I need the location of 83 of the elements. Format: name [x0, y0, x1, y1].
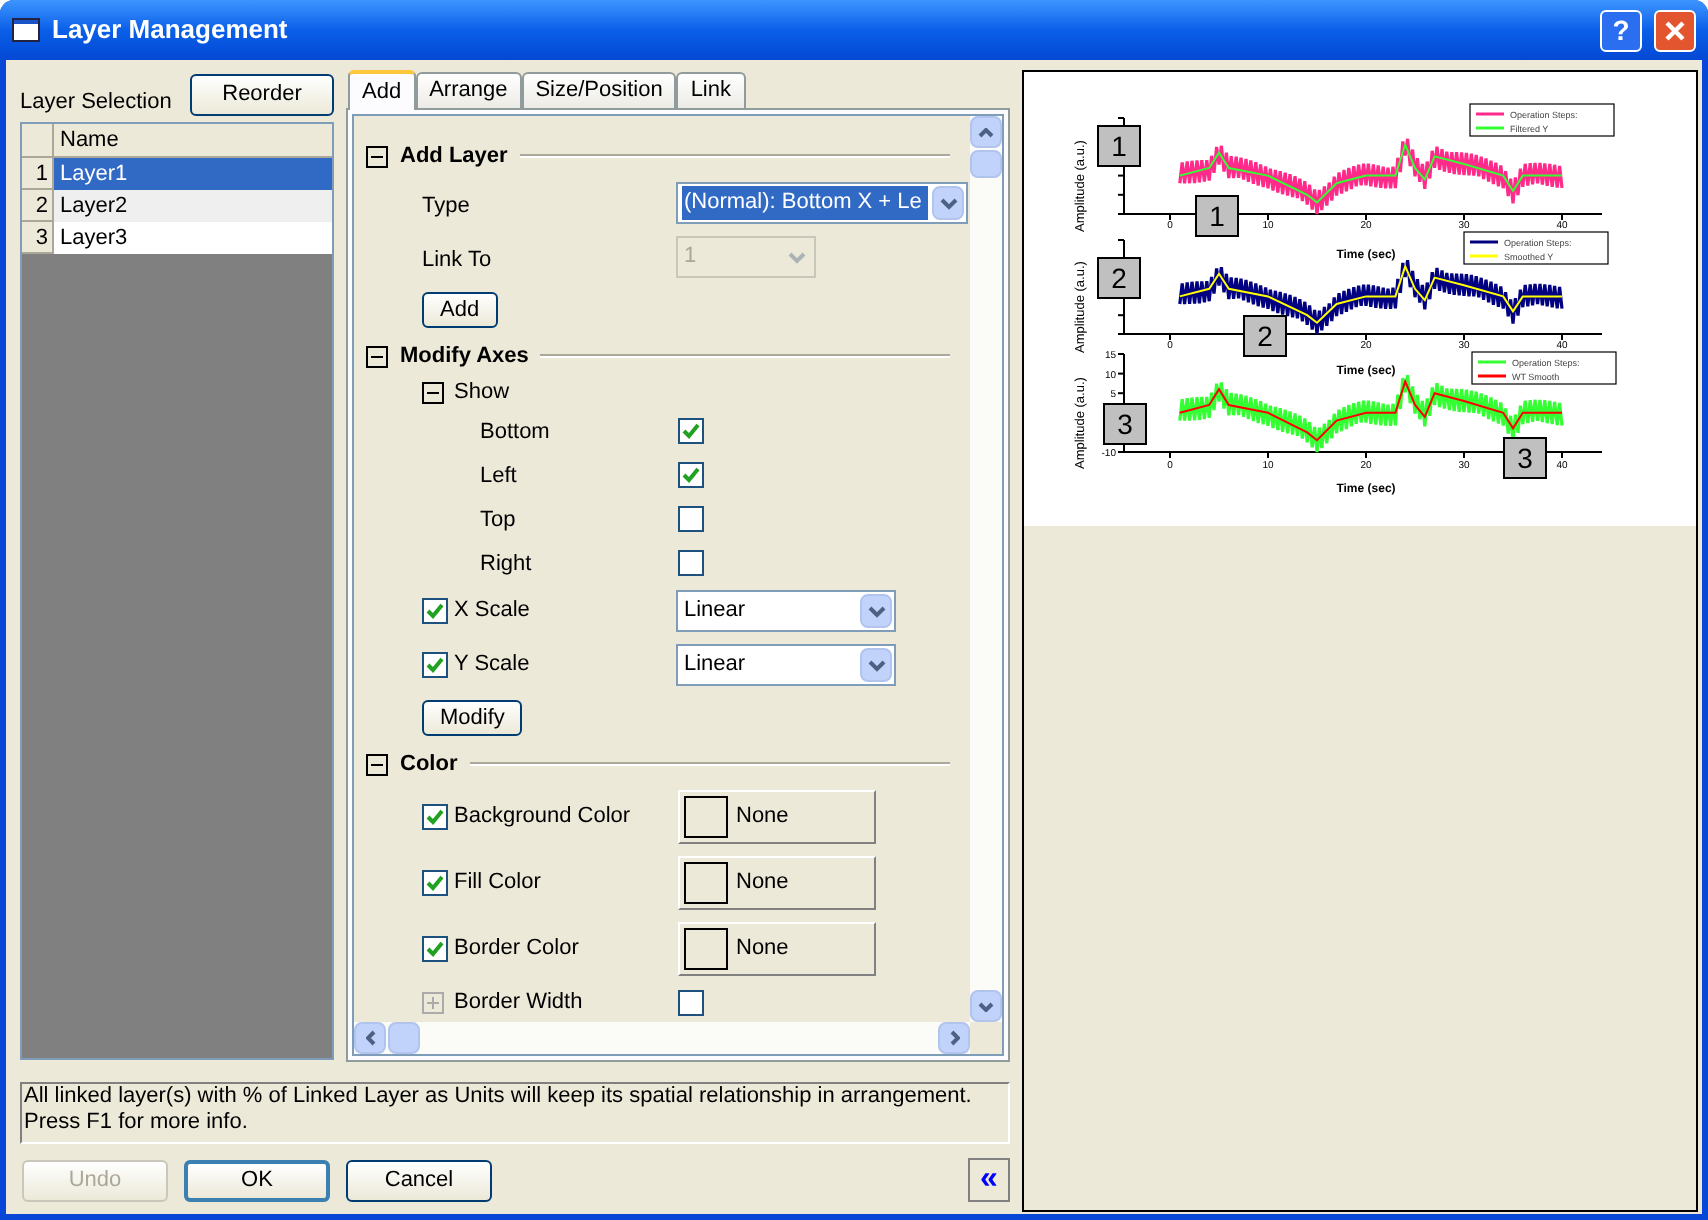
checkbox[interactable]	[678, 549, 704, 575]
collapse-icon[interactable]	[366, 753, 388, 775]
section-label: Layer Selection	[20, 88, 172, 119]
field-label: Link To	[422, 247, 492, 271]
layer-number-badge: 2	[1097, 257, 1141, 299]
field-label: Type	[422, 193, 470, 217]
dropdown-caret-icon	[867, 605, 885, 617]
dialog-button[interactable]: OK	[184, 1159, 330, 1201]
scroll-left-button[interactable]	[354, 1022, 386, 1054]
dropdown[interactable]: Linear	[676, 590, 896, 632]
section-title: Modify Axes	[400, 341, 529, 372]
color-swatch	[684, 928, 728, 970]
layer-number-badge: 1	[1097, 125, 1141, 167]
tab[interactable]: Size/Position	[521, 72, 677, 108]
row-number: 1	[22, 158, 54, 190]
reorder-button[interactable]: Reorder	[190, 74, 334, 116]
checkbox[interactable]	[422, 804, 448, 830]
scroll-up-button[interactable]	[970, 116, 1002, 148]
group-label: Show	[454, 377, 510, 408]
color-button[interactable]: None	[678, 790, 876, 844]
dropdown[interactable]: Linear	[676, 644, 896, 686]
layer-number-badge: 3	[1103, 403, 1147, 445]
table-row[interactable]: 2 Layer2	[22, 190, 332, 222]
option-label: Bottom	[480, 420, 550, 444]
checkbox[interactable]	[678, 461, 704, 487]
option-label: X Scale	[454, 596, 530, 627]
collapse-icon[interactable]	[366, 345, 388, 367]
info-text: All linked layer(s) with % of Linked Layer as Units will keep its spatial relationship in arrangement. Press F1 for more info.	[20, 1082, 1010, 1144]
tab[interactable]: Add	[348, 70, 416, 110]
dropdown-caret-icon	[939, 197, 957, 209]
window-icon	[12, 18, 40, 42]
checkbox[interactable]	[422, 936, 448, 962]
option-label: Fill Color	[454, 868, 541, 899]
section-title: Color	[400, 749, 458, 780]
option-label: Right	[480, 552, 532, 576]
collapse-icon[interactable]	[422, 381, 444, 403]
section-title: Add Layer	[400, 141, 508, 172]
checkbox[interactable]	[422, 598, 448, 624]
collapse-icon[interactable]	[366, 145, 388, 167]
tab[interactable]: Arrange	[415, 72, 522, 108]
scroll-down-button[interactable]	[970, 990, 1002, 1022]
table-row[interactable]: 1 Layer1	[22, 158, 332, 190]
table-cell-text: Layer2	[58, 192, 130, 222]
option-label: Top	[480, 508, 516, 532]
option-label: Background Color	[454, 802, 631, 833]
action-button[interactable]: Modify	[422, 700, 523, 736]
color-button[interactable]: None	[678, 922, 876, 976]
dialog-button[interactable]: Cancel	[346, 1159, 492, 1201]
scroll-thumb[interactable]	[970, 150, 1002, 178]
checkbox[interactable]	[422, 652, 448, 678]
checkbox[interactable]	[678, 505, 704, 531]
checkbox[interactable]	[678, 989, 704, 1015]
color-swatch	[684, 862, 728, 904]
option-label: Left	[480, 464, 517, 488]
color-button[interactable]: None	[678, 856, 876, 910]
layer-number-badge: 2	[1243, 315, 1287, 357]
scroll-right-button[interactable]	[938, 1022, 970, 1054]
horizontal-scrollbar[interactable]	[354, 1022, 970, 1054]
close-icon	[1664, 19, 1686, 41]
vertical-scrollbar[interactable]	[970, 116, 1002, 1022]
window-title: Layer Management	[52, 12, 290, 49]
table-cell-text: Layer3	[58, 224, 130, 254]
tab[interactable]: Link	[676, 72, 745, 108]
checkbox[interactable]	[678, 417, 704, 443]
option-label: Y Scale	[454, 650, 530, 681]
dropdown[interactable]: (Normal): Bottom X + Le	[676, 182, 968, 224]
close-button[interactable]	[1654, 9, 1696, 51]
collapse-button[interactable]: «	[968, 1158, 1010, 1202]
color-swatch	[684, 796, 728, 838]
help-button[interactable]: ?	[1600, 9, 1642, 51]
table-row[interactable]: 3 Layer3	[22, 222, 332, 254]
row-number: 3	[22, 222, 54, 254]
dropdown-caret-icon	[867, 659, 885, 671]
checkbox[interactable]	[422, 870, 448, 896]
layer-number-badge: 3	[1503, 437, 1547, 479]
dropdown-caret-icon	[787, 251, 805, 263]
layer-number-badge: 1	[1195, 195, 1239, 237]
row-number: 2	[22, 190, 54, 222]
scroll-thumb[interactable]	[388, 1022, 420, 1054]
table-cell-text: Layer1	[58, 160, 130, 190]
option-label: Border Color	[454, 934, 579, 965]
action-button[interactable]: Add	[422, 292, 498, 328]
option-label: Border Width	[454, 987, 583, 1018]
